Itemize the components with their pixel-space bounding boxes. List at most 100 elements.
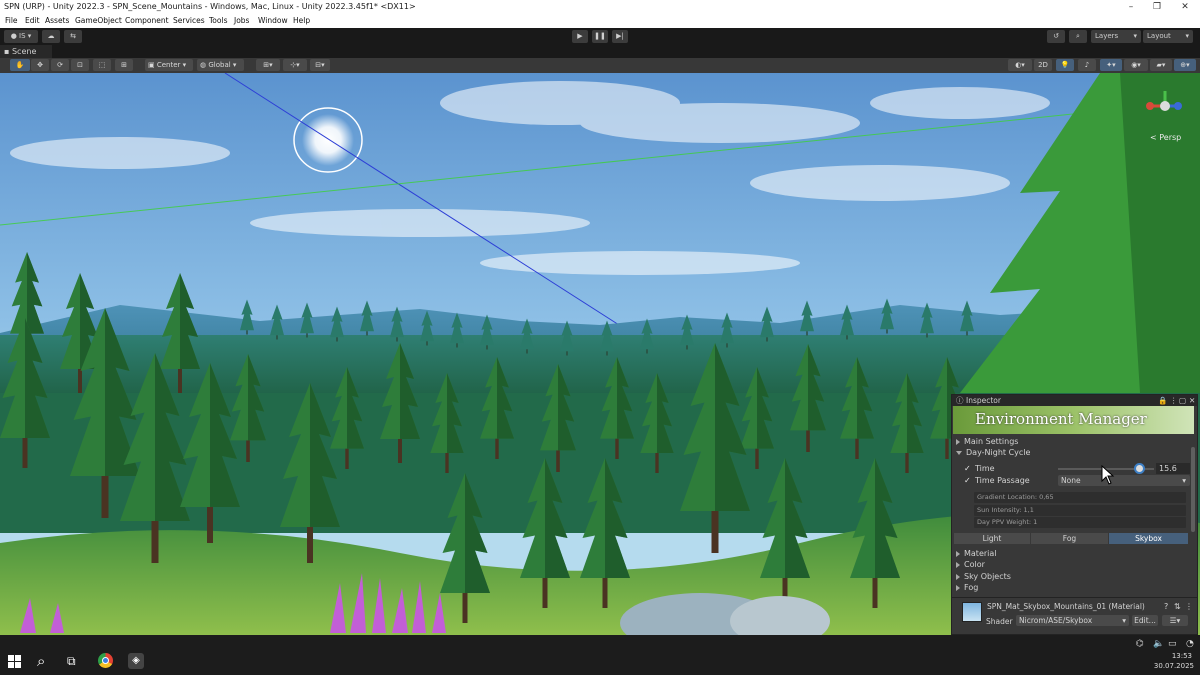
tab-skybox[interactable]: Skybox — [1109, 533, 1188, 544]
search-icon[interactable]: ⌕ — [37, 652, 45, 670]
account-icon: ● — [10, 32, 17, 40]
persp-label[interactable]: < Persp — [1150, 133, 1181, 142]
day-night-foldout[interactable]: Day-Night Cycle — [956, 448, 1030, 457]
list-icon: ☰▾ — [1169, 616, 1181, 625]
gizmos-dropdown[interactable]: ⊕▾ — [1174, 59, 1196, 71]
menu-services[interactable]: Services — [173, 14, 205, 28]
shader-label: Shader — [986, 617, 1013, 626]
help-icon[interactable]: ? — [1164, 602, 1168, 611]
close-panel-icon[interactable]: ✕ — [1189, 395, 1195, 406]
lighting-toggle[interactable]: 💡 — [1056, 59, 1074, 71]
camera-icon: ▰▾ — [1156, 61, 1166, 69]
maximize-panel-icon[interactable]: ▢ — [1179, 395, 1186, 406]
shading-mode-dropdown[interactable]: ◐▾ — [1008, 59, 1032, 71]
time-passage-checkbox[interactable]: ✓ — [964, 477, 971, 485]
pause-button[interactable]: ❚❚ — [592, 30, 608, 43]
menu-tools[interactable]: Tools — [209, 14, 227, 28]
snap-icon: ⊹▾ — [290, 61, 300, 69]
material-label: Material — [964, 549, 997, 558]
scale-tool-button[interactable]: ⊡ — [71, 59, 89, 71]
battery-icon[interactable]: ▭ — [1168, 639, 1177, 649]
inspector-tab[interactable]: ⓘ Inspector 🔒 ⋮ ▢ ✕ — [952, 395, 1197, 406]
settings-icon[interactable]: ⇅ — [1174, 602, 1181, 611]
time-value-field[interactable]: 15.6 — [1156, 463, 1190, 474]
pivot-dropdown[interactable]: ▣ Center ▾ — [145, 59, 193, 71]
inspector-scrollbar[interactable] — [1191, 447, 1195, 532]
network-icon[interactable]: ⌬ — [1136, 639, 1144, 649]
camera-dropdown[interactable]: ▰▾ — [1150, 59, 1172, 71]
maximize-button[interactable]: ❐ — [1144, 0, 1170, 14]
volume-icon[interactable]: 🔈 — [1153, 639, 1164, 649]
space-dropdown[interactable]: ◍ Global ▾ — [197, 59, 244, 71]
step-button[interactable]: ▶| — [612, 30, 628, 43]
audio-icon: ♪ — [1084, 61, 1090, 69]
time-checkbox[interactable]: ✓ — [964, 465, 971, 473]
minimize-button[interactable]: – — [1118, 0, 1144, 14]
rect-tool-button[interactable]: ⬚ — [93, 59, 111, 71]
hand-tool-button[interactable]: ✋ — [10, 59, 30, 71]
divider — [952, 597, 1197, 598]
layout-dropdown[interactable]: Layout ▾ — [1143, 30, 1193, 43]
grid-snap-dropdown[interactable]: ⊞▾ — [256, 59, 280, 71]
clock-time: 13:53 — [1171, 652, 1192, 660]
color-foldout[interactable]: Color — [956, 560, 985, 569]
gizmos-icon: ⊕▾ — [1180, 61, 1190, 69]
kebab-menu-icon[interactable]: ⋮ — [1170, 395, 1178, 406]
window-title: SPN (URP) - Unity 2022.3 - SPN_Scene_Mou… — [4, 2, 416, 11]
layers-dropdown[interactable]: Layers ▾ — [1091, 30, 1141, 43]
history-button[interactable]: ↺ — [1047, 30, 1065, 43]
menu-help[interactable]: Help — [293, 14, 310, 28]
shader-options-dropdown[interactable]: ☰▾ — [1162, 615, 1188, 626]
main-settings-foldout[interactable]: Main Settings — [956, 437, 1018, 446]
menu-window[interactable]: Window — [258, 14, 288, 28]
sky-objects-foldout[interactable]: Sky Objects — [956, 572, 1011, 581]
menu-component[interactable]: Component — [125, 14, 169, 28]
notifications-icon[interactable]: ◔ — [1186, 639, 1194, 649]
tab-light[interactable]: Light — [954, 533, 1030, 544]
menu-assets[interactable]: Assets — [45, 14, 69, 28]
tab-scene[interactable]: ▪ Scene — [0, 45, 52, 58]
menu-jobs[interactable]: Jobs — [234, 14, 249, 28]
fog-foldout[interactable]: Fog — [956, 583, 978, 592]
chrome-icon[interactable] — [98, 653, 113, 668]
color-label: Color — [964, 560, 985, 569]
shader-dropdown[interactable]: Nicrom/ASE/Skybox ▾ — [1016, 615, 1129, 626]
gradient-location-field: Gradient Location: 0,65 — [974, 492, 1186, 503]
chevron-down-icon: ▾ — [1133, 32, 1137, 40]
transform-tool-button[interactable]: ⊞ — [115, 59, 133, 71]
mode-2d-toggle[interactable]: 2D — [1034, 59, 1052, 71]
material-foldout[interactable]: Material — [956, 549, 997, 558]
time-passage-value: None — [1061, 476, 1081, 485]
lock-icon[interactable]: 🔒 — [1158, 395, 1167, 406]
close-window-button[interactable]: ✕ — [1172, 0, 1198, 14]
chevron-right-icon — [956, 550, 960, 557]
ruler-dropdown[interactable]: ⊟▾ — [310, 59, 330, 71]
effects-dropdown[interactable]: ✦▾ — [1100, 59, 1122, 71]
pivot-icon: ▣ — [148, 61, 155, 69]
rotate-tool-button[interactable]: ⟳ — [51, 59, 69, 71]
windows-start-icon[interactable] — [8, 655, 22, 669]
tab-fog[interactable]: Fog — [1031, 533, 1108, 544]
move-tool-button[interactable]: ✥ — [31, 59, 49, 71]
collab-button[interactable]: ⇆ — [64, 30, 82, 43]
snap-increment-dropdown[interactable]: ⊹▾ — [283, 59, 307, 71]
audio-toggle[interactable]: ♪ — [1078, 59, 1096, 71]
cloud-button[interactable]: ☁ — [42, 30, 60, 43]
hidden-objects-toggle[interactable]: ◉▾ — [1124, 59, 1148, 71]
account-dropdown[interactable]: ● IS ▾ — [4, 30, 38, 43]
time-slider-thumb[interactable] — [1134, 463, 1146, 474]
menu-file[interactable]: File — [5, 14, 18, 28]
unity-hub-icon[interactable]: ◈ — [128, 653, 144, 669]
kebab-menu-icon[interactable]: ⋮ — [1185, 602, 1193, 611]
chevron-down-icon: ▾ — [1182, 476, 1186, 485]
menu-edit[interactable]: Edit — [25, 14, 40, 28]
shader-edit-button[interactable]: Edit... — [1132, 615, 1158, 626]
menu-gameobject[interactable]: GameObject — [75, 14, 122, 28]
banner-title: Environment Manager — [975, 410, 1147, 428]
task-view-icon[interactable]: ⧉ — [67, 654, 76, 669]
time-passage-dropdown[interactable]: None ▾ — [1058, 475, 1190, 486]
play-button[interactable]: ▶ — [572, 30, 588, 43]
space-label: Global — [208, 61, 231, 69]
search-button[interactable]: ⌕ — [1069, 30, 1087, 43]
time-passage-row: ✓ Time Passage — [964, 476, 1030, 485]
